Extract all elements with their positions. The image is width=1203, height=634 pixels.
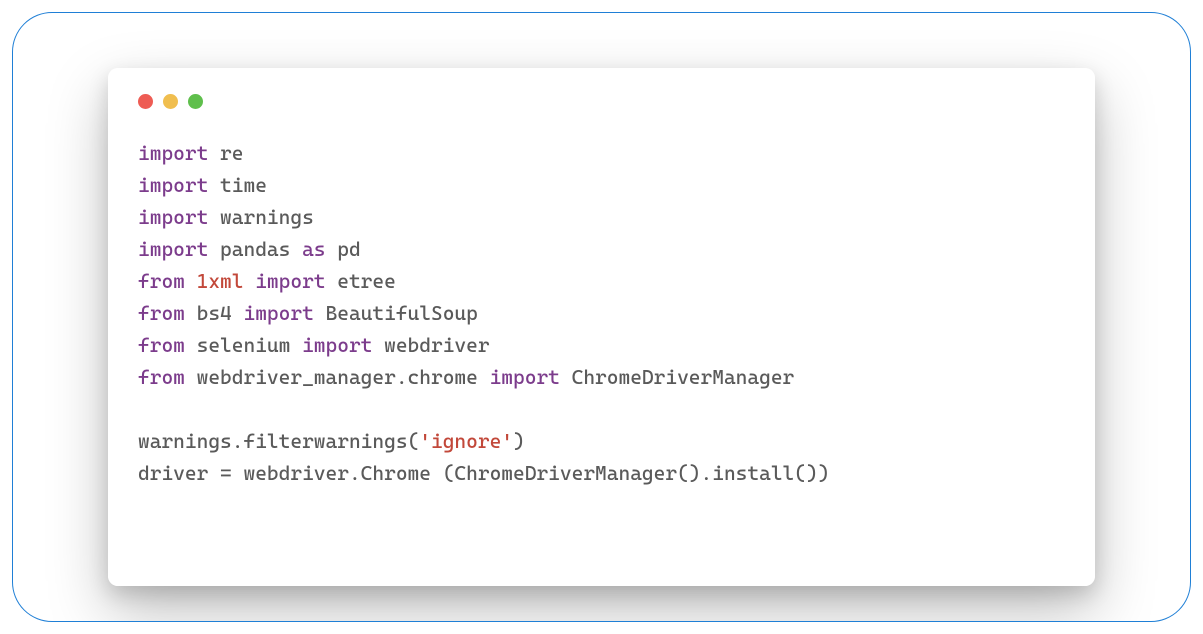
code-line: warnings.filterwarnings('ignore') <box>138 425 1065 457</box>
code-token: import <box>302 333 372 357</box>
code-line: import pandas as pd <box>138 233 1065 265</box>
code-token: webdriver_manager.chrome <box>185 365 490 389</box>
code-token: from <box>138 365 185 389</box>
code-token: import <box>243 301 313 325</box>
outer-frame: import reimport timeimport warningsimpor… <box>12 12 1191 622</box>
close-icon[interactable] <box>138 94 153 109</box>
code-token: ) <box>513 429 525 453</box>
code-token: webdriver <box>372 333 489 357</box>
code-token: import <box>138 141 208 165</box>
code-line <box>138 393 1065 425</box>
traffic-lights <box>138 94 1065 109</box>
code-token: pandas <box>208 237 302 261</box>
code-token: import <box>138 237 208 261</box>
code-token: ChromeDriverManager <box>560 365 794 389</box>
code-token <box>243 269 255 293</box>
code-token: re <box>208 141 243 165</box>
code-token: import <box>255 269 325 293</box>
code-token: from <box>138 301 185 325</box>
code-token: import <box>138 205 208 229</box>
minimize-icon[interactable] <box>163 94 178 109</box>
code-token: from <box>138 333 185 357</box>
code-token: etree <box>326 269 396 293</box>
code-token: as <box>302 237 325 261</box>
code-line: from bs4 import BeautifulSoup <box>138 297 1065 329</box>
code-token: warnings.filterwarnings( <box>138 429 419 453</box>
code-token <box>185 269 197 293</box>
code-token: import <box>490 365 560 389</box>
code-token: driver = webdriver.Chrome (ChromeDriverM… <box>138 461 829 485</box>
code-token: 'ignore' <box>419 429 513 453</box>
code-block: import reimport timeimport warningsimpor… <box>138 137 1065 489</box>
code-window: import reimport timeimport warningsimpor… <box>108 68 1095 586</box>
code-token: bs4 <box>185 301 244 325</box>
code-token: 1xml <box>197 269 244 293</box>
code-token: warnings <box>208 205 313 229</box>
code-line: from webdriver_manager.chrome import Chr… <box>138 361 1065 393</box>
code-line: import warnings <box>138 201 1065 233</box>
code-token: pd <box>326 237 361 261</box>
code-token: BeautifulSoup <box>314 301 478 325</box>
code-token: selenium <box>185 333 302 357</box>
maximize-icon[interactable] <box>188 94 203 109</box>
code-token: time <box>208 173 267 197</box>
code-token: from <box>138 269 185 293</box>
code-line: from 1xml import etree <box>138 265 1065 297</box>
code-token: import <box>138 173 208 197</box>
code-line: import time <box>138 169 1065 201</box>
code-line: import re <box>138 137 1065 169</box>
code-line: driver = webdriver.Chrome (ChromeDriverM… <box>138 457 1065 489</box>
code-line: from selenium import webdriver <box>138 329 1065 361</box>
